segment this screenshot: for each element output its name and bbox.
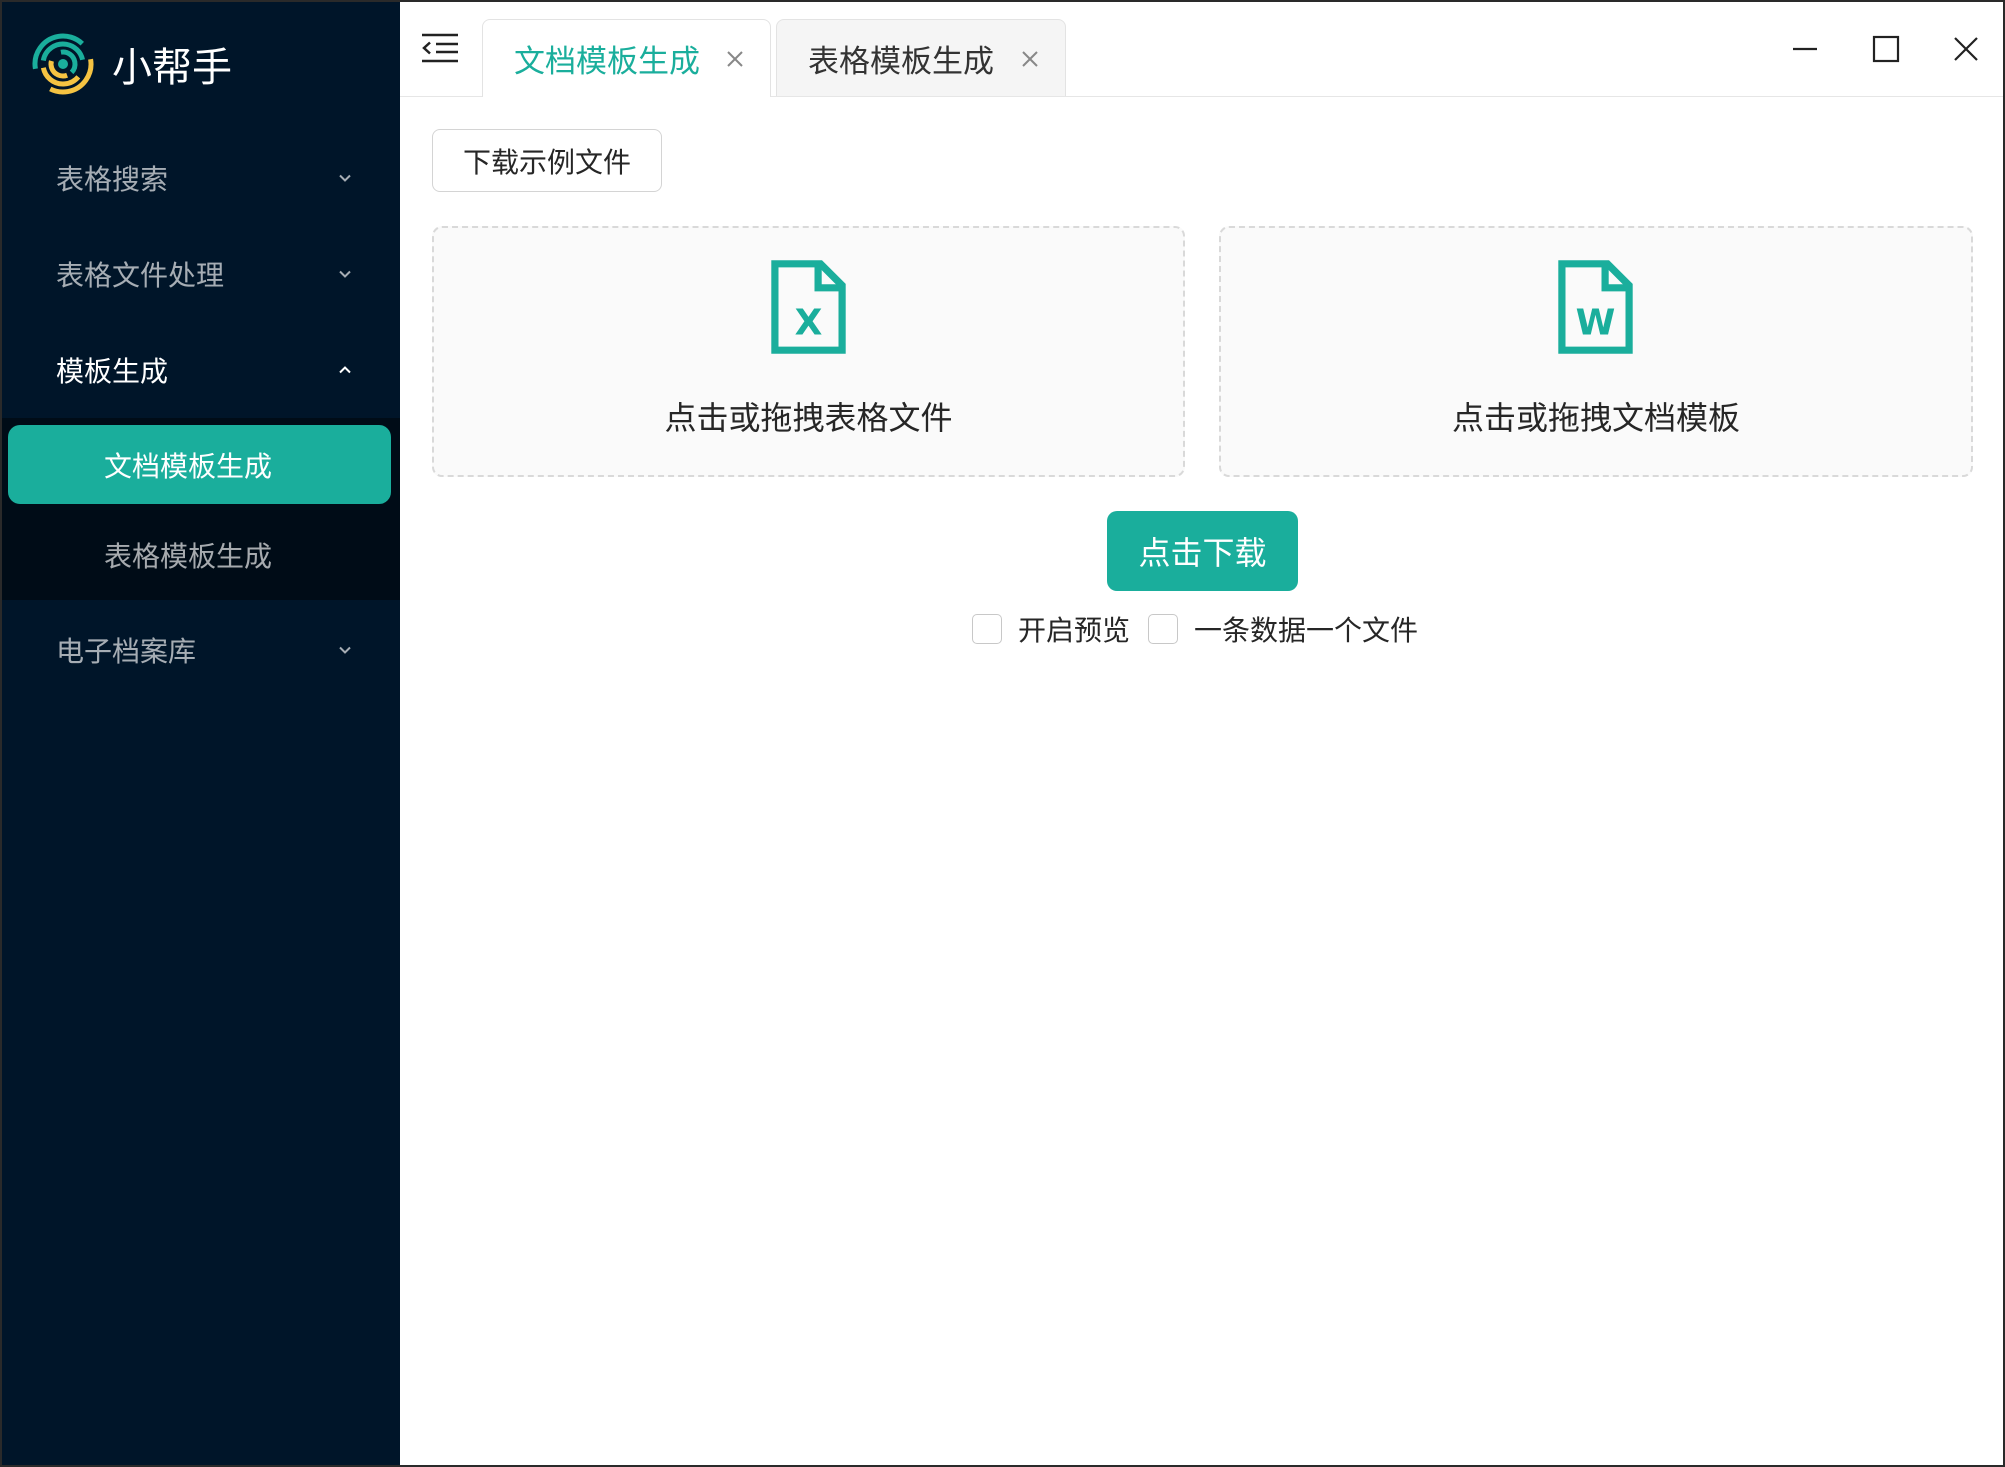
sidebar-item-table-search[interactable]: 表格搜索 [0, 130, 400, 226]
dropzone-label: 点击或拖拽表格文件 [664, 399, 953, 437]
tab-doc-template-generation[interactable]: 文档模板生成 [482, 19, 771, 97]
tab-table-template-generation[interactable]: 表格模板生成 [776, 19, 1066, 96]
sidebar: 小帮手 表格搜索 表格文件处理 模板生成 文档模板生成 表格模板生成 电子档案库 [0, 0, 400, 1467]
menu-fold-icon[interactable] [422, 33, 458, 63]
dropzone-label: 点击或拖拽文档模板 [1451, 399, 1740, 437]
close-icon[interactable] [726, 50, 744, 68]
sidebar-submenu: 文档模板生成 表格模板生成 [0, 418, 400, 600]
close-icon[interactable] [1952, 35, 1980, 63]
excel-file-letter: X [794, 303, 822, 344]
word-file-letter: W [1576, 303, 1616, 344]
app-logo-icon [32, 33, 94, 95]
sidebar-item-table-file-processing[interactable]: 表格文件处理 [0, 226, 400, 322]
sidebar-item-table-template-generation[interactable]: 表格模板生成 [0, 515, 400, 594]
sidebar-item-label: 表格文件处理 [56, 259, 225, 292]
chevron-down-icon [339, 174, 351, 182]
one-file-per-record-checkbox[interactable] [1148, 614, 1178, 644]
sidebar-item-template-generation[interactable]: 模板生成 [0, 322, 400, 418]
table-file-dropzone[interactable]: X 点击或拖拽表格文件 [432, 226, 1185, 477]
chevron-down-icon [339, 270, 351, 278]
chevron-up-icon [339, 366, 351, 374]
enable-preview-checkbox[interactable] [972, 614, 1002, 644]
close-icon[interactable] [1021, 50, 1039, 68]
one-file-per-record-label[interactable]: 一条数据一个文件 [1194, 611, 1418, 647]
excel-file-icon: X [770, 260, 846, 354]
tab-label: 文档模板生成 [514, 44, 700, 80]
sidebar-item-label: 模板生成 [56, 355, 169, 388]
doc-template-dropzone[interactable]: W 点击或拖拽文档模板 [1219, 226, 1973, 477]
sidebar-item-label: 表格搜索 [56, 163, 169, 196]
sidebar-item-label: 表格模板生成 [104, 539, 273, 573]
sidebar-item-doc-template-generation[interactable]: 文档模板生成 [8, 425, 391, 504]
sidebar-item-e-archive[interactable]: 电子档案库 [0, 602, 400, 698]
sidebar-item-label: 电子档案库 [56, 635, 197, 668]
tab-label: 表格模板生成 [808, 43, 994, 80]
maximize-icon[interactable] [1871, 35, 1901, 63]
download-button[interactable]: 点击下载 [1107, 511, 1298, 591]
minimize-icon[interactable] [1790, 36, 1820, 62]
app-title: 小帮手 [112, 45, 232, 91]
chevron-down-icon [339, 646, 351, 654]
sidebar-item-label: 文档模板生成 [104, 449, 273, 483]
enable-preview-label[interactable]: 开启预览 [1018, 611, 1130, 647]
word-file-icon: W [1558, 260, 1633, 354]
download-sample-button[interactable]: 下载示例文件 [432, 129, 662, 192]
